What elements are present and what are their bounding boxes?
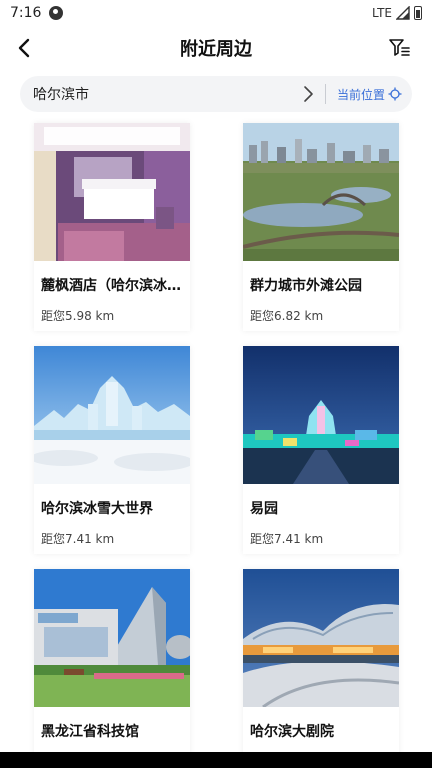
place-image-wetland-park bbox=[243, 123, 399, 261]
location-bar[interactable]: 哈尔滨市 当前位置 bbox=[20, 76, 412, 112]
place-image-grand-theatre bbox=[243, 569, 399, 707]
place-card[interactable]: 易园 距您7.41 km bbox=[243, 346, 399, 554]
status-bar: 7:16 LTE bbox=[0, 0, 432, 26]
app-notification-icon bbox=[49, 6, 64, 20]
chevron-right-icon[interactable] bbox=[301, 85, 315, 103]
system-navigation-bar bbox=[0, 752, 432, 768]
place-image-ice-festival-night bbox=[243, 346, 399, 484]
place-distance: 距您5.98 km bbox=[41, 309, 115, 323]
place-card[interactable]: 群力城市外滩公园 距您6.82 km bbox=[243, 123, 399, 331]
divider bbox=[324, 84, 326, 104]
place-image-hotel-room bbox=[34, 123, 190, 261]
status-indicators: LTE bbox=[372, 6, 422, 20]
place-grid: 麓枫酒店（哈尔滨冰雪大世界店） 距您5.98 km 群力城市外滩公园 距您6.8… bbox=[0, 118, 432, 752]
current-location-button[interactable]: 当前位置 bbox=[337, 86, 402, 103]
place-image-science-museum bbox=[34, 569, 190, 707]
place-image-ice-castle bbox=[34, 346, 190, 484]
place-card[interactable]: 黑龙江省科技馆 距您 bbox=[34, 569, 190, 752]
network-type: LTE bbox=[372, 6, 392, 20]
place-distance: 距您6.82 km bbox=[250, 309, 324, 323]
back-button[interactable] bbox=[12, 34, 36, 62]
place-distance: 距您7.41 km bbox=[41, 532, 115, 546]
place-name: 麓枫酒店（哈尔滨冰雪大世界店） bbox=[41, 278, 183, 294]
current-location-label: 当前位置 bbox=[336, 87, 385, 102]
locate-icon bbox=[388, 87, 402, 101]
city-selector[interactable]: 哈尔滨市 bbox=[33, 84, 301, 104]
chevron-left-icon bbox=[18, 38, 30, 58]
filter-icon[interactable] bbox=[388, 36, 412, 60]
place-name: 黑龙江省科技馆 bbox=[41, 724, 139, 740]
header: 附近周边 bbox=[0, 26, 432, 70]
place-name: 群力城市外滩公园 bbox=[250, 278, 362, 294]
place-name: 易园 bbox=[250, 501, 278, 517]
place-card[interactable]: 哈尔滨大剧院 距您 bbox=[243, 569, 399, 752]
place-distance: 距您7.41 km bbox=[250, 532, 324, 546]
place-card[interactable]: 麓枫酒店（哈尔滨冰雪大世界店） 距您5.98 km bbox=[34, 123, 190, 331]
battery-icon bbox=[414, 6, 422, 20]
signal-icon bbox=[396, 6, 410, 20]
place-card[interactable]: 哈尔滨冰雪大世界 距您7.41 km bbox=[34, 346, 190, 554]
place-name: 哈尔滨冰雪大世界 bbox=[41, 501, 153, 517]
status-time: 7:16 bbox=[10, 5, 42, 21]
place-name: 哈尔滨大剧院 bbox=[250, 724, 334, 740]
page-title: 附近周边 bbox=[180, 39, 252, 60]
